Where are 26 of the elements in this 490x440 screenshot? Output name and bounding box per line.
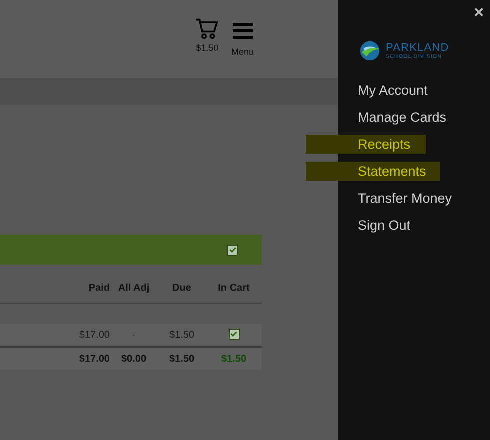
column-header: Due: [172, 282, 192, 294]
cart-total: $1.50: [196, 43, 219, 53]
menu-item[interactable]: Transfer Money: [338, 191, 452, 206]
cart-icon: [195, 18, 220, 40]
table-cell: -: [132, 330, 136, 340]
menu-item[interactable]: Sign Out: [338, 218, 411, 233]
menu-icon: [232, 23, 253, 39]
menu-item[interactable]: Manage Cards: [338, 110, 447, 125]
menu-item[interactable]: My Account: [338, 83, 428, 98]
total-cell: $1.50: [221, 354, 247, 364]
select-all-checkbox[interactable]: [227, 244, 238, 256]
total-cell: $17.00: [79, 354, 110, 364]
logo-name: PARKLAND: [386, 42, 450, 54]
menu-item[interactable]: Statements: [338, 164, 426, 179]
logo-icon: [358, 39, 382, 63]
total-cell: $1.50: [169, 354, 195, 364]
column-header: Paid: [88, 282, 110, 294]
column-header: In Cart: [218, 282, 250, 294]
menu-item[interactable]: Receipts: [338, 137, 411, 152]
table-cell: $17.00: [79, 330, 110, 340]
menu-label: Menu: [231, 47, 254, 57]
table-cell: $1.50: [169, 330, 195, 340]
in-cart-checkbox[interactable]: [228, 328, 240, 340]
close-button[interactable]: ×: [474, 4, 484, 21]
total-cell: $0.00: [121, 354, 147, 364]
column-header: All Adj: [118, 282, 150, 294]
